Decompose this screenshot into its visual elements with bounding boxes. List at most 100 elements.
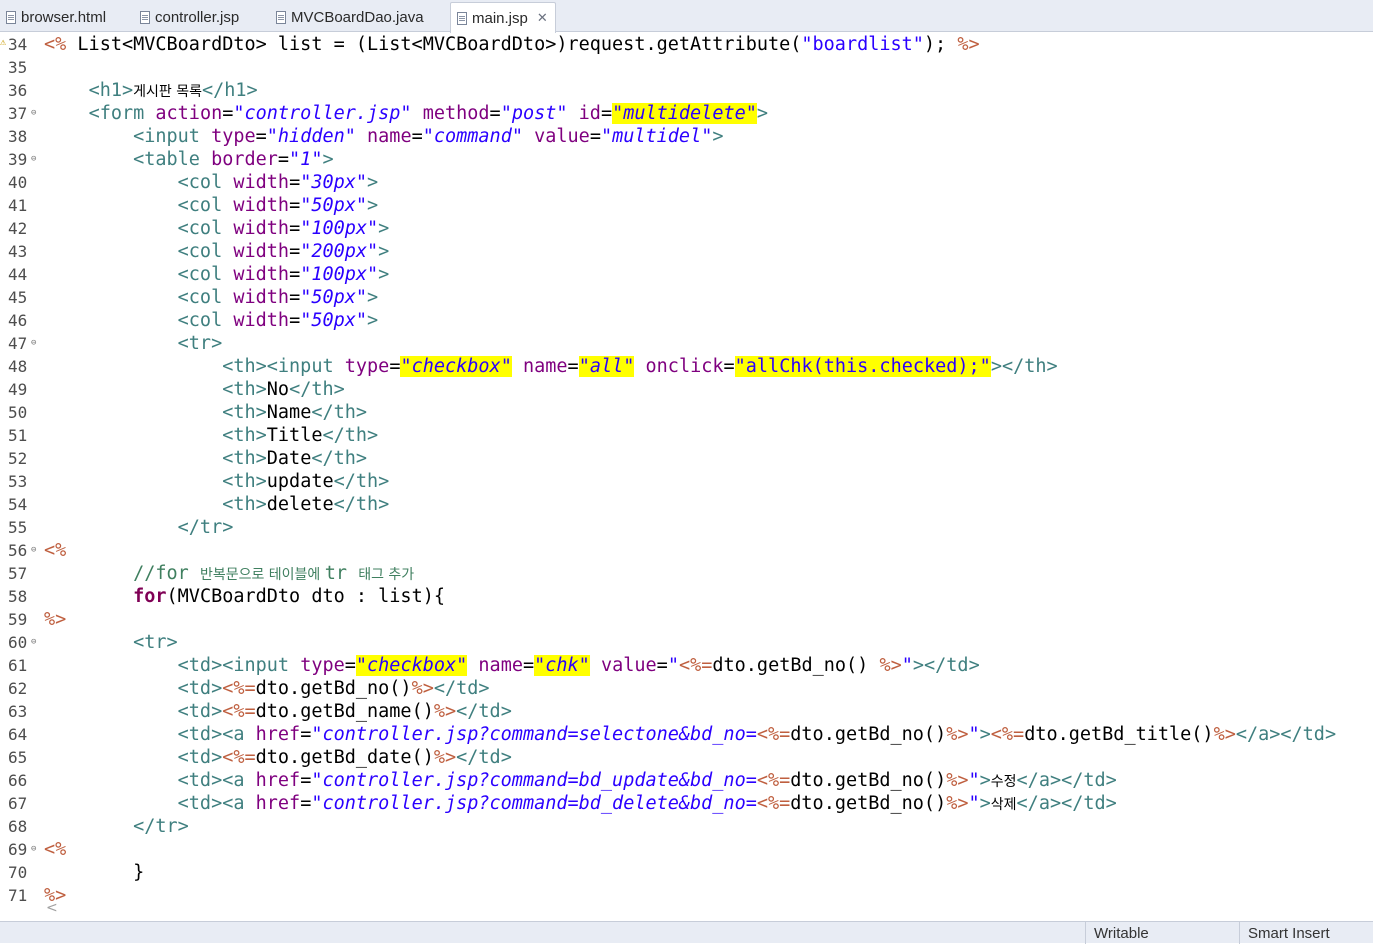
tab-mvcboarddao-java[interactable]: MVCBoardDao.java	[270, 2, 448, 32]
line-number: 51	[8, 426, 28, 445]
line-number: 46	[8, 311, 28, 330]
fold-toggle-icon[interactable]: ⊖	[31, 838, 36, 861]
code-line[interactable]: 50 <th>Name</th>	[0, 401, 1373, 424]
code-token: <%=	[222, 747, 256, 768]
code-line[interactable]: 41 <col width="50px">	[0, 194, 1373, 217]
code-token: dto.getBd_no()	[712, 655, 880, 676]
code-token: "100px"	[300, 218, 379, 239]
code-text: for(MVCBoardDto dto : list){	[44, 585, 445, 608]
code-line[interactable]: 43 <col width="200px">	[0, 240, 1373, 263]
code-line[interactable]: 68 </tr>	[0, 815, 1373, 838]
code-token: dto.getBd_title()	[1024, 724, 1214, 745]
code-token: <%=	[756, 724, 791, 745]
code-token: <%=	[222, 678, 256, 699]
code-token: <form	[88, 103, 156, 124]
code-token: "30px"	[300, 172, 368, 193]
code-line[interactable]: 63 <td><%=dto.getBd_name()%></td>	[0, 700, 1373, 723]
code-line[interactable]: 62 <td><%=dto.getBd_no()%></td>	[0, 677, 1373, 700]
warning-icon[interactable]: ⚠	[0, 38, 6, 48]
code-line[interactable]: 51 <th>Title</th>	[0, 424, 1373, 447]
scroll-left-arrow-icon[interactable]: <	[46, 900, 58, 916]
code-line[interactable]: 65 <td><%=dto.getBd_date()%></td>	[0, 746, 1373, 769]
code-line[interactable]: 45 <col width="50px">	[0, 286, 1373, 309]
tab-main-jsp[interactable]: main.jsp ✕	[450, 2, 556, 33]
line-number: 54	[8, 495, 28, 514]
code-line[interactable]: 71 %>	[0, 884, 1373, 901]
code-token: <td><a	[177, 793, 256, 814]
code-token: <th>	[222, 425, 267, 446]
code-line[interactable]: 36 <h1>게시판 목록</h1>	[0, 79, 1373, 102]
code-token: >	[367, 310, 379, 331]
horizontal-scrollbar[interactable]: <	[44, 900, 1373, 917]
code-line[interactable]: 70 }	[0, 861, 1373, 884]
fold-toggle-icon[interactable]: ⊖	[31, 539, 36, 562]
code-line[interactable]: 49 <th>No</th>	[0, 378, 1373, 401]
tab-label: controller.jsp	[155, 8, 240, 26]
code-line[interactable]: 40 <col width="30px">	[0, 171, 1373, 194]
code-token: "50px"	[300, 195, 368, 216]
code-token: dto.getBd_no()	[790, 793, 947, 814]
code-line[interactable]: 47 ⊖ <tr>	[0, 332, 1373, 355]
code-line[interactable]: 64 <td><a href="controller.jsp?command=s…	[0, 723, 1373, 746]
code-token: <td><a	[177, 724, 256, 745]
code-token: =	[589, 126, 601, 147]
code-token: "	[968, 770, 980, 791]
code-token: dto.getBd_name()	[255, 701, 434, 722]
line-number: 41	[8, 196, 28, 215]
code-token: "50px"	[300, 310, 368, 331]
code-token: dto.getBd_no()	[790, 770, 947, 791]
code-line[interactable]: 52 <th>Date</th>	[0, 447, 1373, 470]
fold-toggle-icon[interactable]: ⊖	[31, 148, 36, 171]
code-token: =	[289, 218, 301, 239]
code-token: <%	[44, 34, 67, 55]
code-token: dto.getBd_no()	[790, 724, 947, 745]
fold-toggle-icon[interactable]: ⊖	[31, 631, 36, 654]
code-line[interactable]: 58 for(MVCBoardDto dto : list){	[0, 585, 1373, 608]
code-token: =	[222, 103, 234, 124]
line-number: 67	[8, 794, 28, 813]
code-token: </a></td>	[1016, 770, 1117, 791]
code-line[interactable]: 67 <td><a href="controller.jsp?command=b…	[0, 792, 1373, 815]
line-number: 71	[8, 886, 28, 901]
code-line[interactable]: 61 <td><input type="checkbox" name="chk"…	[0, 654, 1373, 677]
code-line[interactable]: 66 <td><a href="controller.jsp?command=b…	[0, 769, 1373, 792]
code-text: <th>Date</th>	[44, 447, 367, 470]
tab-controller-jsp[interactable]: controller.jsp	[134, 2, 270, 32]
code-token: %>	[44, 885, 67, 901]
code-line[interactable]: 53 <th>update</th>	[0, 470, 1373, 493]
code-editor[interactable]: ⚠ 34 <% List<MVCBoardDto> list = (List<MVC…	[0, 33, 1373, 901]
code-line[interactable]: 57 //for 반복문으로 테이블에 tr 태그 추가	[0, 562, 1373, 585]
code-line[interactable]: 59 %>	[0, 608, 1373, 631]
close-icon[interactable]: ✕	[537, 10, 548, 26]
code-line[interactable]: 48 <th><input type="checkbox" name="all"…	[0, 355, 1373, 378]
code-line[interactable]: 46 <col width="50px">	[0, 309, 1373, 332]
code-token: href	[255, 793, 301, 814]
fold-toggle-icon[interactable]: ⊖	[31, 332, 36, 355]
line-number: 43	[8, 242, 28, 261]
code-line[interactable]: 56 ⊖ <%	[0, 539, 1373, 562]
code-text: <%	[44, 539, 66, 562]
code-line[interactable]: 55 </tr>	[0, 516, 1373, 539]
code-line[interactable]: ⚠ 34 <% List<MVCBoardDto> list = (List<MVC…	[0, 33, 1373, 56]
tab-browser-html[interactable]: browser.html	[0, 2, 132, 32]
code-line[interactable]: 69 ⊖ <%	[0, 838, 1373, 861]
code-token: name	[522, 356, 568, 377]
code-line[interactable]: 42 <col width="100px">	[0, 217, 1373, 240]
code-token: %>	[879, 655, 902, 676]
code-line[interactable]: 38 <input type="hidden" name="command" v…	[0, 125, 1373, 148]
code-line[interactable]: 37 ⊖ <form action="controller.jsp" method…	[0, 102, 1373, 125]
code-line[interactable]: 35	[0, 56, 1373, 79]
file-icon	[6, 10, 16, 24]
code-line[interactable]: 60 ⊖ <tr>	[0, 631, 1373, 654]
fold-toggle-icon[interactable]: ⊖	[31, 102, 36, 125]
code-line[interactable]: 39 ⊖ <table border="1">	[0, 148, 1373, 171]
code-line[interactable]: 44 <col width="100px">	[0, 263, 1373, 286]
code-token: border	[211, 149, 278, 170]
code-line[interactable]: 54 <th>delete</th>	[0, 493, 1373, 516]
